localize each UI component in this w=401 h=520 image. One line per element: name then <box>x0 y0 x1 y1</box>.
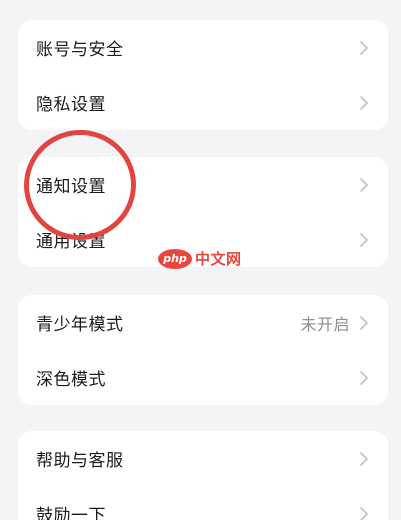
settings-row-general[interactable]: 通用设置 <box>18 212 388 267</box>
chevron-right-icon <box>358 315 370 331</box>
settings-group-account: 账号与安全 隐私设置 <box>18 20 388 130</box>
settings-row-dark-mode[interactable]: 深色模式 <box>18 350 388 405</box>
settings-group-general: 通知设置 通用设置 <box>18 157 388 267</box>
row-label: 隐私设置 <box>36 95 106 115</box>
chevron-right-icon <box>358 451 370 467</box>
chevron-right-icon <box>358 506 370 520</box>
row-label: 鼓励一下 <box>36 506 106 520</box>
chevron-right-icon <box>358 370 370 386</box>
chevron-right-icon <box>358 95 370 111</box>
settings-page: 账号与安全 隐私设置 通知设置 通用设置 青少年模式 未开启 深色模式 帮助与客… <box>0 0 401 520</box>
row-label: 账号与安全 <box>36 40 124 60</box>
settings-row-notifications[interactable]: 通知设置 <box>18 157 388 212</box>
row-label: 青少年模式 <box>36 315 124 335</box>
row-label: 通用设置 <box>36 232 106 252</box>
row-label: 深色模式 <box>36 370 106 390</box>
chevron-right-icon <box>358 177 370 193</box>
settings-row-rate-us[interactable]: 鼓励一下 <box>18 486 388 520</box>
settings-row-help[interactable]: 帮助与客服 <box>18 431 388 486</box>
chevron-right-icon <box>358 40 370 56</box>
settings-row-privacy[interactable]: 隐私设置 <box>18 75 388 130</box>
settings-group-support: 帮助与客服 鼓励一下 <box>18 431 388 520</box>
row-label: 通知设置 <box>36 177 106 197</box>
chevron-right-icon <box>358 232 370 248</box>
settings-row-account-security[interactable]: 账号与安全 <box>18 20 388 75</box>
settings-row-teen-mode[interactable]: 青少年模式 未开启 <box>18 295 388 350</box>
row-label: 帮助与客服 <box>36 451 124 471</box>
settings-group-modes: 青少年模式 未开启 深色模式 <box>18 295 388 405</box>
row-status-value: 未开启 <box>300 314 350 334</box>
